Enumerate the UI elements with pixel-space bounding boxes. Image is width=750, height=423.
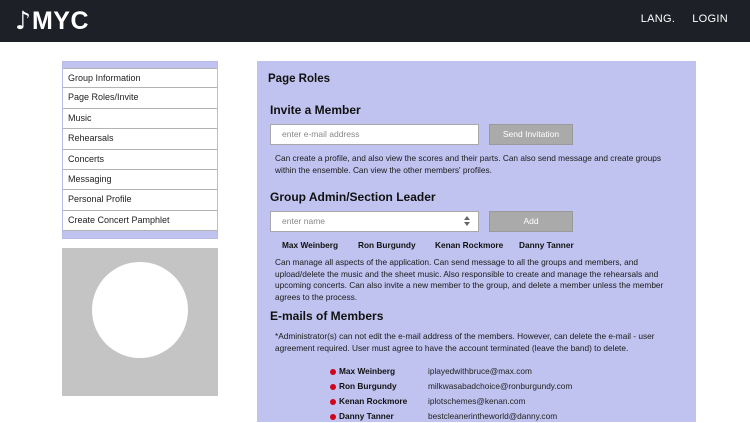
language-link[interactable]: LANG. [641,13,676,25]
member-name: Max Weinberg [339,366,396,376]
sidebar: Group Information Page Roles/Invite Musi… [62,61,218,239]
member-role-description: Can create a profile, and also view the … [275,153,662,175]
send-invitation-button[interactable]: Send Invitation [489,124,573,145]
emails-note: *Administrator(s) can not edit the e-mai… [275,331,655,353]
login-link[interactable]: LOGIN [692,13,728,25]
name-select[interactable]: enter name [270,211,479,232]
bullet-icon [330,384,336,390]
sidebar-item-page-roles[interactable]: Page Roles/Invite [63,88,217,109]
member-email: bestcleanerintheworld@danny.com [428,411,558,421]
logo-text: MYC [31,7,90,35]
admin-name: Kenan Rockmore [435,240,504,250]
admin-name: Max Weinberg [282,240,339,250]
page-roles-panel: Page Roles Invite a Member enter e-mail … [257,61,696,422]
sidebar-item-music[interactable]: Music [63,109,217,130]
bullet-icon [330,369,336,375]
admin-name: Ron Burgundy [358,240,416,250]
sidebar-item-messaging[interactable]: Messaging [63,170,217,191]
list-item: Kenan Rockmore iplotschemes@kenan.com [330,396,630,408]
member-name: Ron Burgundy [339,381,397,391]
sidebar-item-rehearsals[interactable]: Rehearsals [63,129,217,150]
top-nav: LANG. LOGIN [641,13,728,25]
page-title: Page Roles [268,73,330,85]
add-button[interactable]: Add [489,211,573,232]
member-email: iplotschemes@kenan.com [428,396,526,406]
member-email: iplayedwithbruce@max.com [428,366,532,376]
list-item: Danny Tanner bestcleanerintheworld@danny… [330,411,630,423]
emails-heading: E-mails of Members [270,309,384,323]
member-email: milkwasabadchoice@ronburgundy.com [428,381,573,391]
list-item: Max Weinberg iplayedwithbruce@max.com [330,366,630,378]
top-bar: ♪ MYC LANG. LOGIN [0,0,750,42]
sidebar-item-concerts[interactable]: Concerts [63,150,217,170]
admin-role-description: Can manage all aspects of the applicatio… [275,257,664,302]
bullet-icon [330,399,336,405]
invite-heading: Invite a Member [270,103,361,117]
admin-heading: Group Admin/Section Leader [270,190,436,204]
member-name: Danny Tanner [339,411,394,421]
sidebar-item-personal-profile[interactable]: Personal Profile [63,190,217,211]
email-input[interactable]: enter e-mail address [270,124,479,145]
bullet-icon [330,414,336,420]
admin-name: Danny Tanner [519,240,574,250]
list-item: Ron Burgundy milkwasabadchoice@ronburgun… [330,381,630,393]
avatar [92,262,188,358]
name-select-placeholder: enter name [282,216,325,226]
profile-photo-box[interactable] [62,248,218,396]
member-name: Kenan Rockmore [339,396,408,406]
select-arrows-icon [464,216,471,226]
sidebar-item-group-information[interactable]: Group Information [63,68,217,89]
app-logo[interactable]: ♪ MYC [15,6,89,36]
sidebar-item-create-concert-pamphlet[interactable]: Create Concert Pamphlet [63,211,217,232]
music-note-icon: ♪ [15,6,31,35]
sidebar-menu: Group Information Page Roles/Invite Musi… [63,68,217,232]
